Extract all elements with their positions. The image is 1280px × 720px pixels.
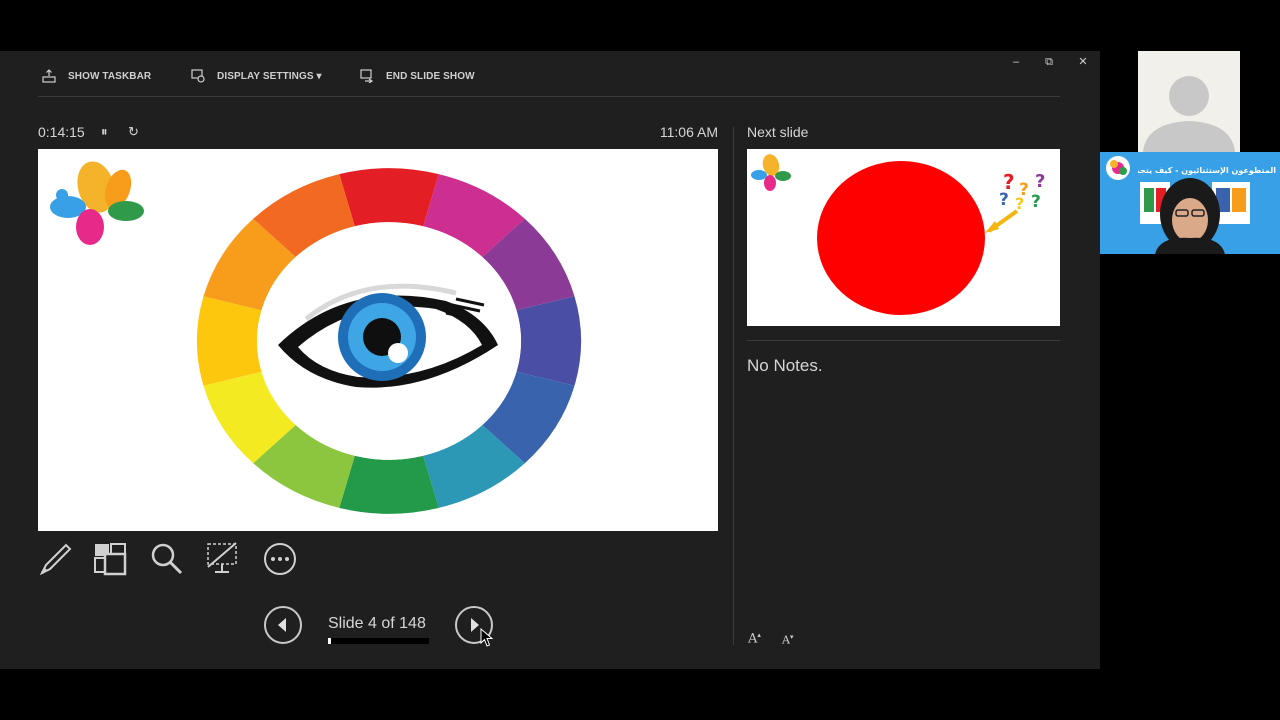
color-wheel-segment	[339, 168, 439, 227]
hands-logo-small	[751, 154, 791, 191]
hands-logo	[50, 161, 144, 245]
black-screen-icon	[207, 542, 237, 573]
pause-timer-button[interactable]: ⏸	[101, 124, 108, 140]
zoom-button[interactable]	[149, 541, 185, 577]
restart-icon: ↻	[128, 124, 139, 139]
svg-text:?: ?	[1015, 194, 1024, 213]
minimize-button[interactable]: –	[1005, 55, 1027, 69]
close-button[interactable]: ✕	[1072, 55, 1094, 69]
pen-tool-button[interactable]	[38, 541, 74, 577]
increase-font-button[interactable]: A▴	[748, 631, 761, 646]
next-slide-label: Next slide	[747, 124, 809, 140]
mouse-cursor-icon	[480, 628, 494, 647]
see-all-slides-icon	[94, 543, 127, 576]
display-settings-icon	[191, 69, 205, 83]
presenter-video-banner: المتطوعون الإستثنائيون - كيف يتجمعون ؟	[1138, 166, 1276, 175]
notes-divider	[747, 340, 1060, 341]
restore-button[interactable]: ⧉	[1038, 55, 1060, 69]
current-slide[interactable]	[38, 149, 718, 531]
presenter-video[interactable]: المتطوعون الإستثنائيون - كيف يتجمعون ؟	[1100, 152, 1280, 254]
slide-counter[interactable]: Slide 4 of 148	[328, 615, 426, 633]
clock: 11:06 AM	[659, 124, 718, 140]
slide-progress-bar	[328, 638, 429, 644]
end-slide-show-button[interactable]: END SLIDE SHOW	[360, 68, 475, 84]
previous-slide-button[interactable]	[264, 606, 302, 644]
speaker-notes[interactable]: No Notes.	[747, 356, 823, 376]
pause-icon: ⏸	[101, 124, 108, 139]
restart-timer-button[interactable]: ↻	[128, 124, 139, 140]
next-slide-preview[interactable]: ? ? ? ? ? ?	[747, 149, 1060, 326]
avatar-icon	[1143, 76, 1235, 152]
color-wheel-segment	[196, 296, 262, 386]
more-options-button[interactable]	[262, 541, 298, 577]
next-slide-graphic: ? ? ? ? ? ?	[751, 154, 1045, 315]
taskbar-icon	[42, 69, 56, 83]
decrease-font-icon: A	[782, 633, 790, 647]
more-options-icon	[264, 543, 296, 575]
end-show-icon	[360, 69, 374, 83]
red-circle	[817, 161, 985, 315]
svg-text:?: ?	[1031, 192, 1041, 212]
question-marks-icon: ? ? ? ? ? ?	[999, 170, 1045, 213]
presenter-view: SHOW TASKBAR DISPLAY SETTINGS ▾ END SLID…	[0, 51, 1100, 669]
see-all-slides-button[interactable]	[93, 541, 129, 577]
color-wheel-segment	[339, 455, 439, 514]
end-slide-show-label: END SLIDE SHOW	[386, 70, 475, 82]
svg-text:?: ?	[999, 190, 1009, 210]
pane-divider[interactable]	[733, 127, 734, 645]
display-settings-button[interactable]: DISPLAY SETTINGS ▾	[191, 68, 322, 84]
elapsed-timer: 0:14:15	[38, 124, 85, 140]
decrease-font-button[interactable]: A▾	[782, 633, 793, 647]
svg-text:?: ?	[1035, 171, 1045, 192]
slide-graphic	[50, 161, 582, 514]
black-screen-button[interactable]	[205, 541, 241, 577]
pen-icon	[39, 543, 72, 576]
increase-font-icon: A	[748, 631, 758, 647]
participant-video-placeholder[interactable]	[1138, 51, 1240, 152]
previous-arrow-icon	[278, 618, 286, 632]
slide-progress-fill	[328, 638, 331, 644]
show-taskbar-button[interactable]: SHOW TASKBAR	[42, 68, 151, 84]
color-wheel-segment	[516, 296, 582, 386]
zoom-icon	[151, 543, 183, 575]
toolbar: SHOW TASKBAR DISPLAY SETTINGS ▾ END SLID…	[38, 51, 1060, 97]
display-settings-label: DISPLAY SETTINGS ▾	[217, 70, 322, 82]
show-taskbar-label: SHOW TASKBAR	[68, 70, 152, 82]
